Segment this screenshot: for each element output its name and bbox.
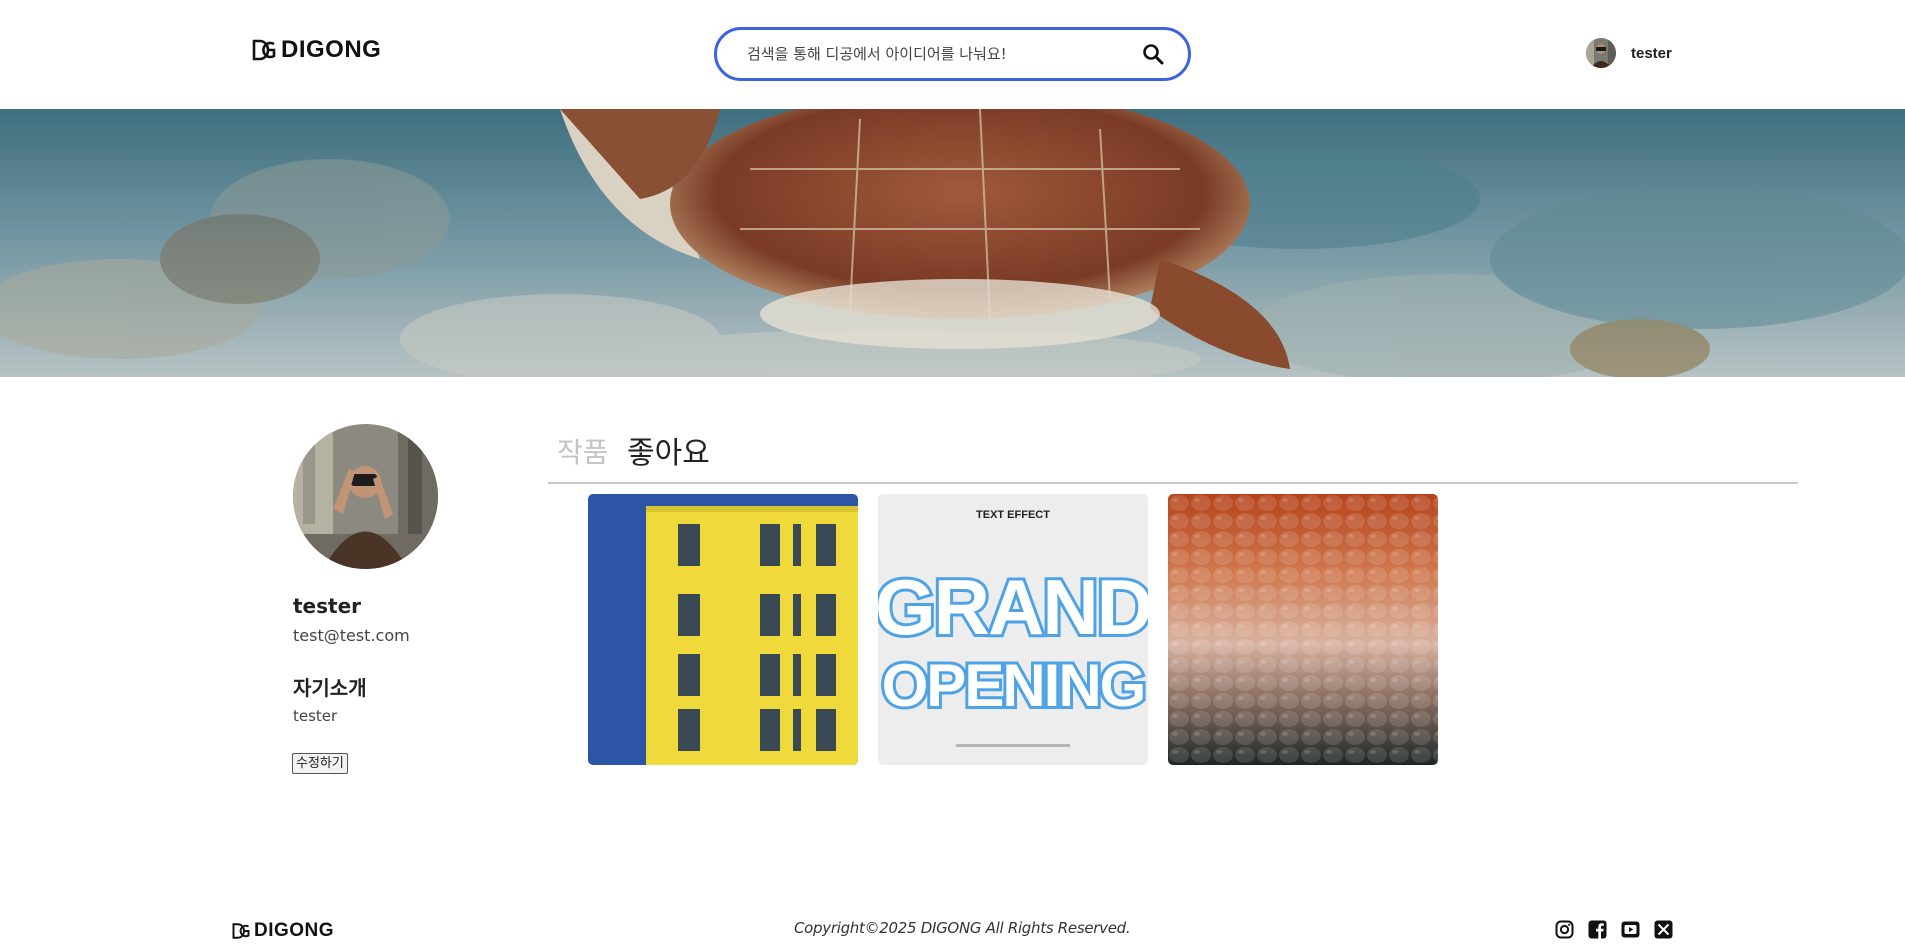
post-thumbnail [588, 494, 858, 765]
logo-text: DIGONG [281, 36, 382, 63]
logo-mark-icon [252, 39, 276, 61]
youtube-link[interactable] [1621, 920, 1640, 939]
intro-heading: 자기소개 [293, 676, 367, 700]
user-menu[interactable]: tester [1586, 38, 1672, 68]
intro-text: tester [293, 707, 338, 725]
youtube-icon [1621, 921, 1640, 938]
search-bar [714, 27, 1191, 81]
avatar[interactable] [1586, 38, 1616, 68]
profile-avatar [293, 424, 438, 569]
profile-tabs: 작품 좋아요 [548, 428, 1798, 484]
x-link[interactable] [1654, 920, 1673, 939]
copyright-text: Copyright©2025 DIGONG All Rights Reserve… [794, 919, 1131, 937]
facebook-link[interactable] [1588, 920, 1607, 939]
footer-logo[interactable]: DIGONG [232, 920, 334, 942]
post-thumbnail [1168, 494, 1438, 765]
cover-banner [0, 109, 1905, 377]
search-input[interactable] [747, 45, 1140, 63]
post-thumbnail: TEXT EFFECT GRAND OPENING [878, 494, 1148, 765]
post-card[interactable] [1168, 494, 1438, 765]
search-button[interactable] [1140, 41, 1166, 67]
x-icon [1654, 920, 1673, 939]
social-links [1555, 920, 1673, 939]
svg-text:GRAND: GRAND [878, 563, 1148, 651]
tab-works[interactable]: 작품 [557, 431, 609, 471]
header: DIGONG tester [0, 0, 1905, 109]
edit-profile-button[interactable]: 수정하기 [292, 753, 348, 774]
user-name: tester [1631, 44, 1672, 62]
profile-name: tester [293, 594, 362, 618]
profile-email: test@test.com [293, 626, 410, 645]
instagram-icon [1555, 920, 1574, 939]
facebook-icon [1588, 920, 1607, 939]
post-card[interactable] [588, 494, 858, 765]
instagram-link[interactable] [1555, 920, 1574, 939]
post-card[interactable]: TEXT EFFECT GRAND OPENING [878, 494, 1148, 765]
svg-text:OPENING: OPENING [882, 652, 1145, 719]
footer-logo-text: DIGONG [254, 920, 335, 941]
tab-likes[interactable]: 좋아요 [627, 428, 710, 472]
svg-text:TEXT EFFECT: TEXT EFFECT [976, 509, 1050, 521]
logo-mark-icon [232, 923, 250, 939]
search-icon [1143, 44, 1164, 65]
logo[interactable]: DIGONG [252, 36, 381, 64]
